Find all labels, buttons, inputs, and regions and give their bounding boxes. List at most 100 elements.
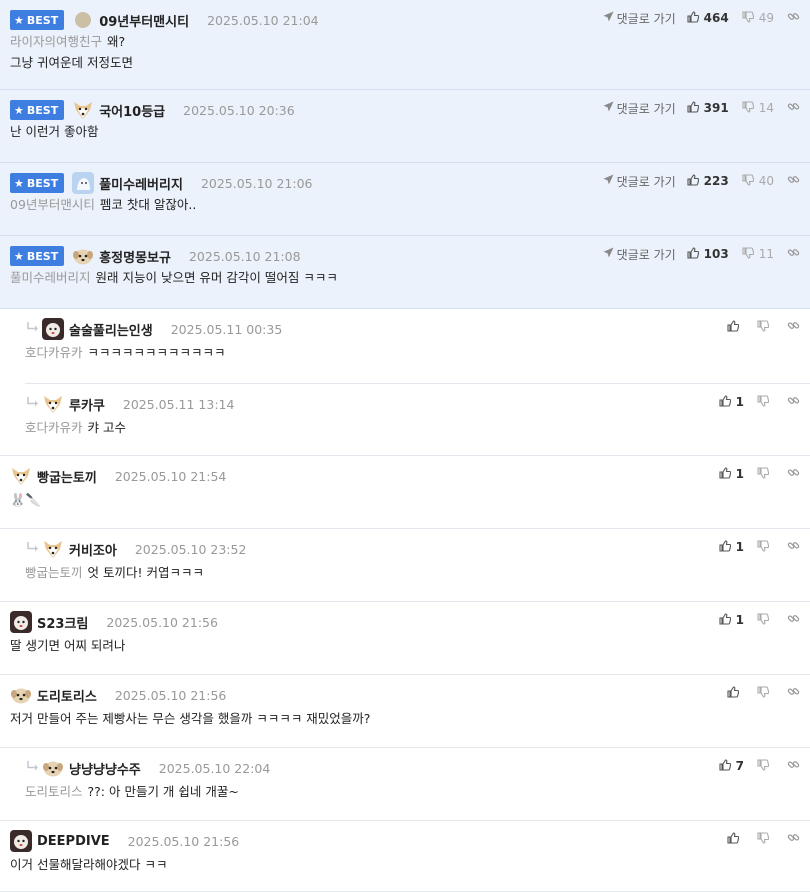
copy-link-button[interactable] bbox=[787, 319, 800, 335]
mention-nickname[interactable]: 호다카유카 bbox=[25, 420, 83, 435]
author-nickname[interactable]: 커비조아 bbox=[69, 540, 117, 559]
upvote-button[interactable] bbox=[727, 685, 744, 701]
round-avatar[interactable] bbox=[72, 9, 94, 31]
author-nickname[interactable]: 09년부터맨시티 bbox=[99, 11, 189, 30]
upvote-count: 1 bbox=[735, 395, 744, 409]
link-icon bbox=[787, 319, 800, 335]
thumbs-down-icon bbox=[757, 685, 774, 701]
copy-link-button[interactable] bbox=[787, 100, 800, 116]
upvote-button[interactable]: 1 bbox=[719, 539, 744, 555]
upvote-count: 1 bbox=[735, 540, 744, 554]
upvote-button[interactable] bbox=[727, 319, 744, 335]
comment-line: 호다카유카 캬 고수 bbox=[25, 417, 790, 438]
upvote-button[interactable]: 223 bbox=[687, 173, 729, 189]
downvote-button[interactable] bbox=[757, 685, 774, 701]
copy-link-button[interactable] bbox=[787, 831, 800, 847]
mention-nickname[interactable]: 라이자의여행친구 bbox=[10, 34, 102, 49]
copy-link-button[interactable] bbox=[787, 612, 800, 628]
downvote-button[interactable] bbox=[757, 539, 774, 555]
comment-date: 2025.05.11 00:35 bbox=[170, 321, 283, 337]
upvote-button[interactable]: 7 bbox=[719, 758, 744, 774]
author-nickname[interactable]: 빵굽는토끼 bbox=[37, 467, 97, 486]
upvote-button[interactable]: 464 bbox=[687, 10, 729, 26]
upvote-button[interactable]: 391 bbox=[687, 100, 729, 116]
copy-link-button[interactable] bbox=[787, 394, 800, 410]
thumbs-up-icon bbox=[719, 539, 736, 555]
dog-avatar[interactable] bbox=[42, 393, 64, 415]
comment-actions: 1 bbox=[719, 611, 800, 629]
puppy-avatar[interactable] bbox=[72, 245, 94, 267]
best-comment: ★ BEST 풀미수레버리지 2025.05.10 21:06 댓글로 가기 223 40 0… bbox=[0, 163, 810, 236]
mention-nickname[interactable]: 09년부터맨시티 bbox=[10, 197, 95, 212]
comment-text: 딸 생기면 어찌 되려나 bbox=[10, 638, 126, 653]
best-comment: ★ BEST 국어10등급 2025.05.10 20:36 댓글로 가기 391 14 난 … bbox=[0, 90, 810, 163]
author-nickname[interactable]: S23크림 bbox=[37, 613, 88, 632]
upvote-button[interactable]: 1 bbox=[719, 466, 744, 482]
mention-nickname[interactable]: 호다카유카 bbox=[25, 345, 83, 360]
mention-nickname[interactable]: 빵굽는토끼 bbox=[25, 565, 83, 580]
author-nickname[interactable]: 냥냥냥냥수주 bbox=[69, 759, 141, 778]
downvote-button[interactable] bbox=[757, 394, 774, 410]
comment-text: 난 이런거 좋아함 bbox=[10, 124, 99, 139]
puppy-avatar[interactable] bbox=[10, 684, 32, 706]
puppy-avatar[interactable] bbox=[42, 757, 64, 779]
copy-link-button[interactable] bbox=[787, 685, 800, 701]
dark-avatar[interactable] bbox=[10, 830, 32, 852]
downvote-button[interactable] bbox=[757, 831, 774, 847]
reply-comment: 냥냥냥냥수주 2025.05.10 22:04 7 도리토리스 ??: 아 만들기 개 … bbox=[0, 748, 810, 821]
downvote-button[interactable]: 49 bbox=[742, 10, 774, 26]
author-nickname[interactable]: 풀미수레버리지 bbox=[99, 174, 183, 193]
best-comment: ★ BEST 홍정명몽보규 2025.05.10 21:08 댓글로 가기 103 11 풀미… bbox=[0, 236, 810, 309]
author-nickname[interactable]: 술술풀리는인생 bbox=[69, 320, 153, 339]
copy-link-button[interactable] bbox=[787, 758, 800, 774]
mention-nickname[interactable]: 도리토리스 bbox=[25, 784, 83, 799]
dark-avatar[interactable] bbox=[10, 611, 32, 633]
comment-date: 2025.05.10 20:36 bbox=[183, 102, 295, 118]
author-nickname[interactable]: DEEPDIVE bbox=[37, 834, 110, 849]
link-icon bbox=[787, 685, 800, 701]
comment-line: 저거 만들어 주는 제빵사는 무슨 생각을 했을까 ㅋㅋㅋㅋ 재밌었을까? bbox=[10, 708, 790, 729]
downvote-button[interactable] bbox=[757, 612, 774, 628]
upvote-button[interactable] bbox=[727, 831, 744, 847]
copy-link-button[interactable] bbox=[787, 466, 800, 482]
copy-link-button[interactable] bbox=[787, 246, 800, 262]
send-icon bbox=[603, 174, 617, 188]
goto-comment-link[interactable]: 댓글로 가기 bbox=[603, 173, 676, 190]
comment-actions bbox=[727, 684, 800, 702]
author-nickname[interactable]: 국어10등급 bbox=[99, 101, 165, 120]
copy-link-button[interactable] bbox=[787, 10, 800, 26]
blue-avatar[interactable] bbox=[72, 172, 95, 194]
upvote-button[interactable]: 1 bbox=[719, 612, 744, 628]
copy-link-button[interactable] bbox=[787, 539, 800, 555]
comment-actions: 댓글로 가기 464 49 bbox=[603, 9, 800, 27]
goto-comment-link[interactable]: 댓글로 가기 bbox=[603, 100, 676, 117]
goto-comment-link[interactable]: 댓글로 가기 bbox=[603, 10, 676, 27]
star-icon: ★ bbox=[14, 249, 24, 263]
link-icon bbox=[787, 539, 800, 555]
downvote-button[interactable]: 40 bbox=[742, 173, 774, 189]
mention-nickname[interactable]: 풀미수레버리지 bbox=[10, 270, 91, 285]
comment-line: 라이자의여행친구 왜? bbox=[10, 31, 790, 52]
dark-avatar[interactable] bbox=[42, 318, 64, 340]
send-icon bbox=[603, 101, 617, 115]
send-icon bbox=[603, 11, 617, 25]
downvote-button[interactable]: 14 bbox=[742, 100, 774, 116]
copy-link-button[interactable] bbox=[787, 173, 800, 189]
dog-avatar[interactable] bbox=[42, 538, 64, 560]
star-icon: ★ bbox=[14, 176, 24, 190]
downvote-button[interactable] bbox=[757, 758, 774, 774]
author-nickname[interactable]: 홍정명몽보규 bbox=[99, 247, 171, 266]
downvote-count: 40 bbox=[758, 174, 774, 188]
comment-line: 풀미수레버리지 원래 지능이 낮으면 유머 감각이 떨어짐 ㅋㅋㅋ bbox=[10, 267, 790, 288]
dog-avatar[interactable] bbox=[72, 99, 94, 121]
author-nickname[interactable]: 루카쿠 bbox=[69, 395, 105, 414]
downvote-button[interactable] bbox=[757, 319, 774, 335]
upvote-button[interactable]: 1 bbox=[719, 394, 744, 410]
downvote-button[interactable]: 11 bbox=[742, 246, 774, 262]
link-icon bbox=[787, 10, 800, 26]
dog-avatar[interactable] bbox=[10, 465, 32, 487]
upvote-button[interactable]: 103 bbox=[687, 246, 729, 262]
downvote-button[interactable] bbox=[757, 466, 774, 482]
goto-comment-link[interactable]: 댓글로 가기 bbox=[603, 246, 676, 263]
author-nickname[interactable]: 도리토리스 bbox=[37, 686, 97, 705]
